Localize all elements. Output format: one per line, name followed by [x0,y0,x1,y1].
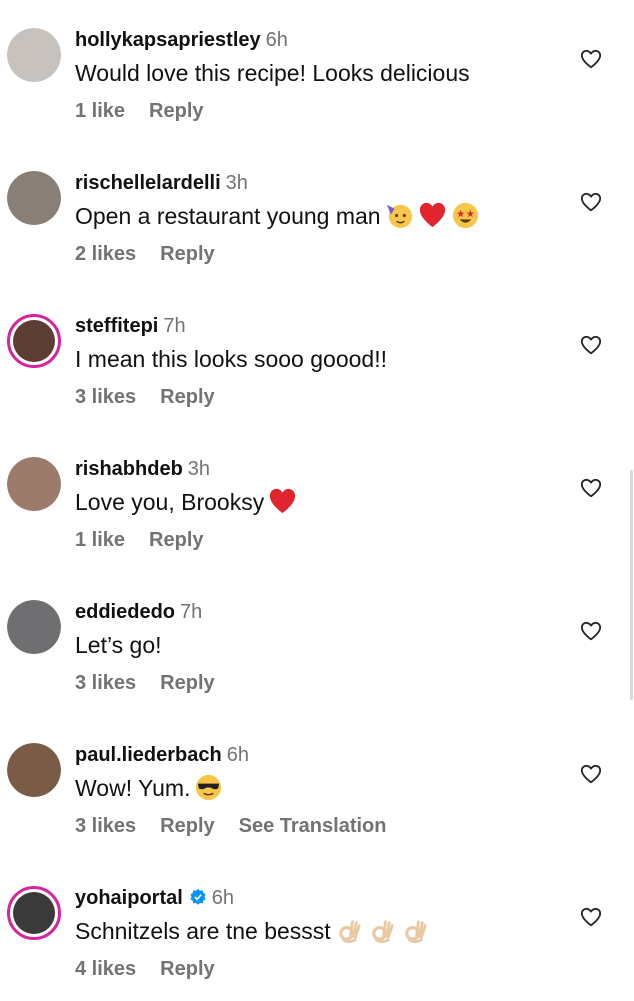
ok-hand-emoji [368,916,397,945]
star-struck-emoji [451,201,480,230]
like-heart-icon[interactable] [580,49,602,69]
reply-button[interactable]: Reply [160,672,214,694]
comment-actions: 1 like Reply [75,99,228,123]
red-heart-emoji [268,487,297,516]
likes-count[interactable]: 3 likes [75,672,136,694]
comment-item: paul.liederbach 6h Wow! Yum. 3 likes Reply… [0,715,634,858]
partying-face-emoji [385,201,414,230]
likes-count[interactable]: 3 likes [75,815,136,837]
username[interactable]: rishabhdeb [75,458,183,480]
comment-header: paul.liederbach 6h [75,743,249,767]
comment-text-content: I mean this looks sooo goood!! [75,346,387,372]
avatar-image [7,28,61,82]
red-heart-emoji [418,201,447,230]
timestamp: 3h [187,458,211,480]
avatar-image [7,171,61,225]
avatar[interactable] [7,171,61,225]
like-heart-icon[interactable] [580,478,602,498]
avatar[interactable] [7,457,61,511]
username[interactable]: rischellelardelli [75,172,221,194]
comment-actions: 2 likes Reply [75,242,239,266]
comment-text-content: Would love this recipe! Looks delicious [75,60,470,86]
see-translation-button[interactable]: See Translation [239,815,387,837]
comment-item: yohaiportal 6h Schnitzels are tne bessst … [0,858,634,1001]
comment-header: hollykapsapriestley 6h [75,28,288,52]
timestamp: 7h [163,315,186,337]
avatar-image [13,892,55,934]
avatar[interactable] [7,600,61,654]
comment-text: Would love this recipe! Looks delicious [75,58,470,88]
comment-item: hollykapsapriestley 6h Would love this re… [0,0,634,143]
comment-text-content: Love you, Brooksy [75,489,265,515]
reply-button[interactable]: Reply [160,386,214,408]
verified-badge-icon [189,888,207,906]
timestamp: 7h [180,601,203,623]
comment-actions: 3 likes Reply [75,385,239,409]
reply-button[interactable]: Reply [160,243,214,265]
reply-button[interactable]: Reply [160,958,214,980]
reply-button[interactable]: Reply [160,815,214,837]
like-heart-icon[interactable] [580,621,602,641]
username[interactable]: hollykapsapriestley [75,29,261,51]
avatar-image [7,600,61,654]
username[interactable]: paul.liederbach [75,744,222,766]
scrollbar[interactable] [630,470,633,700]
reply-button[interactable]: Reply [149,529,203,551]
comment-text-content: Schnitzels are tne bessst [75,918,331,944]
comment-text-content: Let’s go! [75,632,162,658]
comment-actions: 3 likes Reply See Translation [75,814,410,838]
username[interactable]: yohaiportal [75,887,183,909]
comment-item: rishabhdeb 3h Love you, Brooksy 1 like Rep… [0,429,634,572]
comment-item: rischellelardelli 3h Open a restaurant yo… [0,143,634,286]
username[interactable]: eddiededo [75,601,175,623]
like-heart-icon[interactable] [580,335,602,355]
likes-count[interactable]: 4 likes [75,958,136,980]
timestamp: 6h [211,887,235,909]
ok-hand-emoji [335,916,364,945]
comment-text: Open a restaurant young man [75,201,480,231]
comment-text: Schnitzels are tne bessst [75,916,430,946]
likes-count[interactable]: 1 like [75,100,125,122]
avatar-image [7,457,61,511]
likes-count[interactable]: 3 likes [75,386,136,408]
avatar-image [7,743,61,797]
comment-actions: 4 likes Reply [75,957,239,981]
comment-actions: 1 like Reply [75,528,228,552]
comment-item: eddiededo 7h Let’s go! 3 likes Reply [0,572,634,715]
avatar[interactable] [7,28,61,82]
likes-count[interactable]: 2 likes [75,243,136,265]
like-heart-icon[interactable] [580,764,602,784]
avatar-image [13,320,55,362]
comment-text: I mean this looks sooo goood!! [75,344,387,374]
sunglasses-face-emoji [194,773,223,802]
avatar[interactable] [7,314,61,368]
username[interactable]: steffitepi [75,315,158,337]
timestamp: 6h [226,744,249,766]
comment-header: rishabhdeb 3h [75,457,210,481]
comment-header: rischellelardelli 3h [75,171,248,195]
like-heart-icon[interactable] [580,907,602,927]
avatar[interactable] [7,886,61,940]
timestamp: 6h [265,29,288,51]
comment-header: eddiededo 7h [75,600,202,624]
comment-text-content: Wow! Yum. [75,775,191,801]
comment-header: yohaiportal 6h [75,886,234,910]
timestamp: 3h [225,172,248,194]
comments-list: hollykapsapriestley 6h Would love this re… [0,0,634,980]
likes-count[interactable]: 1 like [75,529,125,551]
comment-text: Wow! Yum. [75,773,223,803]
comment-header: steffitepi 7h [75,314,186,338]
comment-text: Love you, Brooksy [75,487,297,517]
reply-button[interactable]: Reply [149,100,203,122]
comment-text: Let’s go! [75,630,162,660]
avatar[interactable] [7,743,61,797]
comment-actions: 3 likes Reply [75,671,239,695]
like-heart-icon[interactable] [580,192,602,212]
comment-item: steffitepi 7h I mean this looks sooo gooo… [0,286,634,429]
ok-hand-emoji [401,916,430,945]
comment-text-content: Open a restaurant young man [75,203,381,229]
